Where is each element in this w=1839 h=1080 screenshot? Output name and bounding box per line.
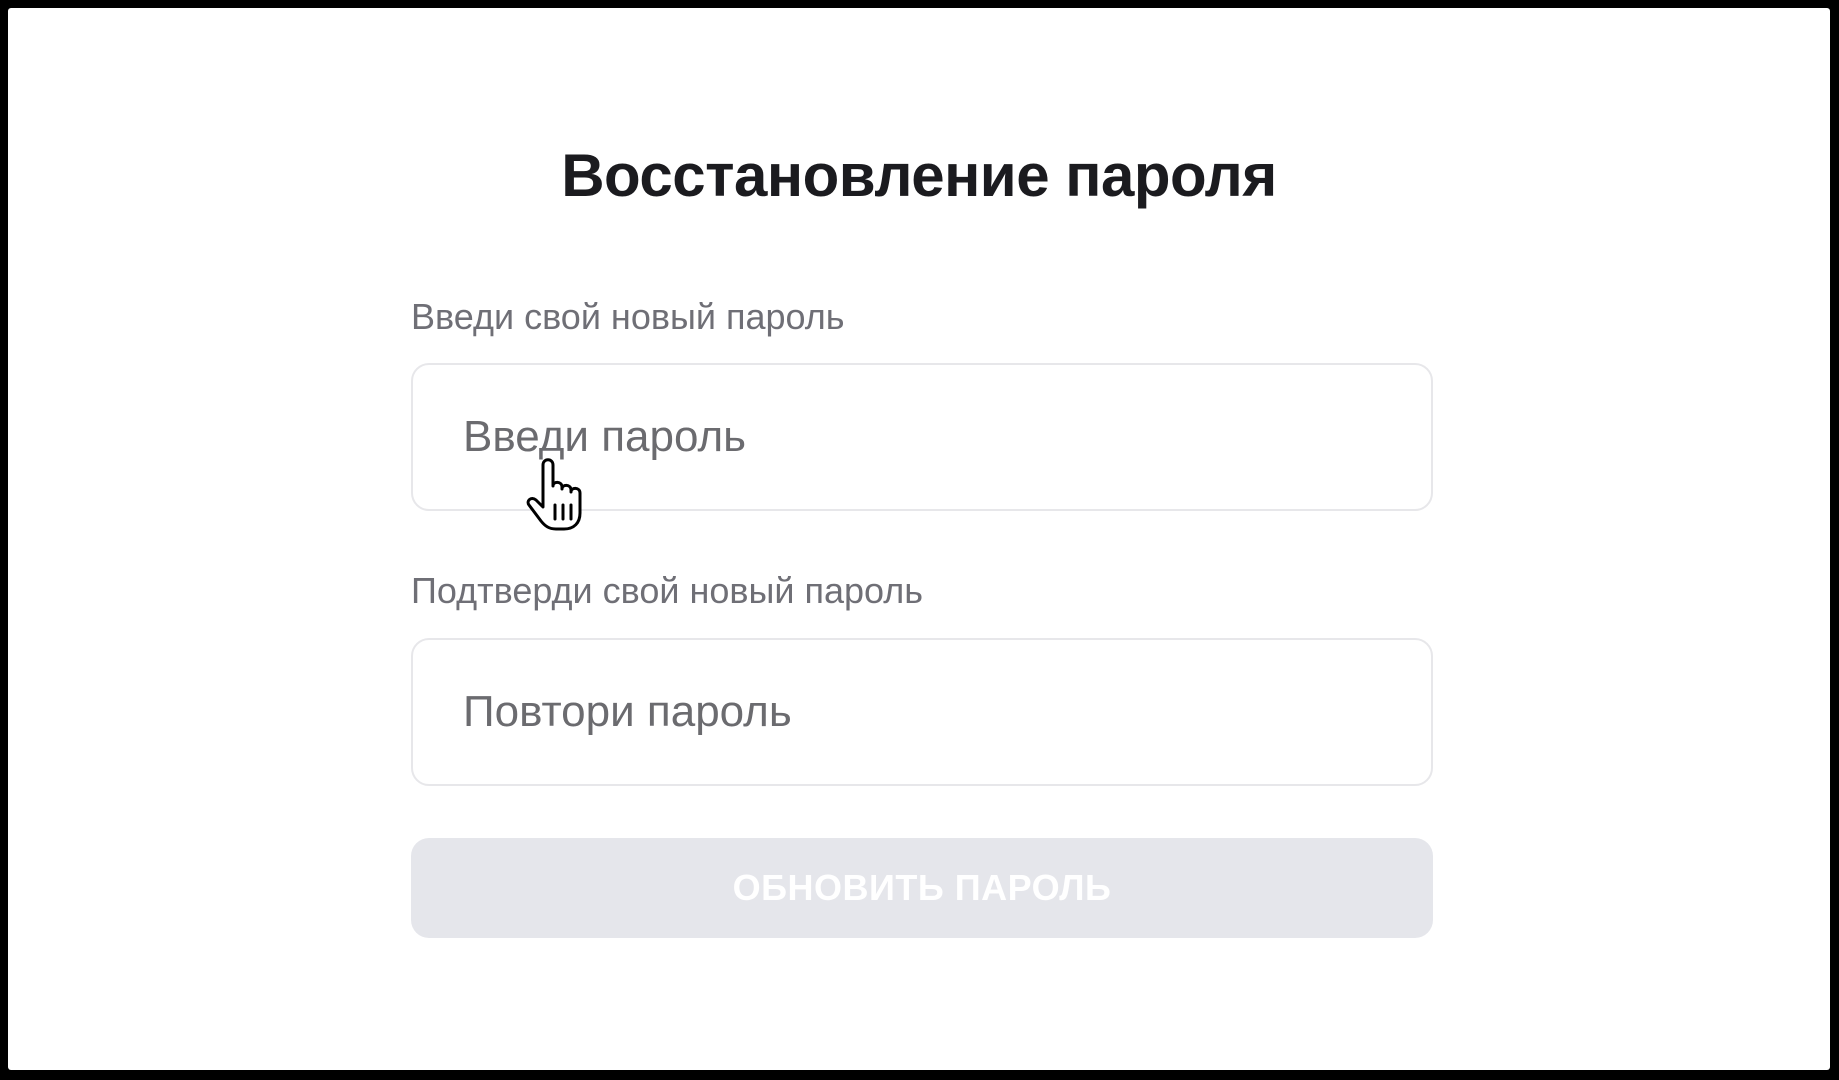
confirm-password-label: Подтверди свой новый пароль [411, 570, 924, 611]
confirm-password-input[interactable] [463, 640, 1383, 784]
page-title: Восстановление пароля [561, 142, 1277, 209]
new-password-label: Введи свой новый пароль [411, 296, 845, 337]
new-password-input[interactable] [463, 365, 1383, 509]
new-password-field[interactable] [411, 363, 1433, 511]
confirm-password-field[interactable] [411, 638, 1433, 786]
update-password-button[interactable]: ОБНОВИТЬ ПАРОЛЬ [411, 838, 1433, 938]
password-reset-screen: Восстановление пароля Введи свой новый п… [8, 8, 1830, 1070]
